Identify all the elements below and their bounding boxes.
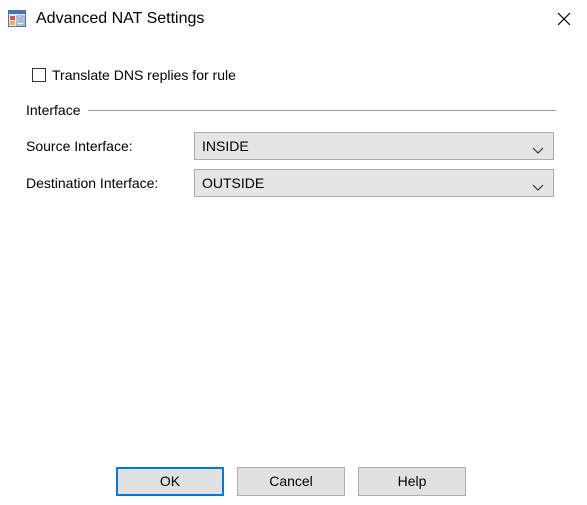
ok-button[interactable]: OK	[116, 467, 224, 496]
interface-group-title: Interface	[26, 102, 81, 118]
chevron-down-icon	[532, 179, 544, 191]
close-icon	[557, 12, 571, 26]
title-bar[interactable]: Advanced NAT Settings	[0, 0, 587, 38]
cancel-button[interactable]: Cancel	[237, 467, 345, 496]
destination-interface-select[interactable]: OUTSIDE	[194, 169, 554, 197]
interface-group-header: Interface	[26, 101, 556, 119]
help-button[interactable]: Help	[358, 467, 466, 496]
translate-dns-checkbox[interactable]	[32, 68, 46, 82]
advanced-nat-settings-dialog: Advanced NAT Settings Translate DNS repl…	[0, 0, 587, 505]
source-interface-value: INSIDE	[202, 138, 249, 154]
translate-dns-option[interactable]: Translate DNS replies for rule	[32, 66, 236, 84]
destination-interface-value: OUTSIDE	[202, 175, 265, 191]
source-interface-select[interactable]: INSIDE	[194, 132, 554, 160]
destination-interface-label: Destination Interface:	[26, 175, 159, 191]
translate-dns-label: Translate DNS replies for rule	[52, 67, 236, 83]
source-interface-label: Source Interface:	[26, 138, 133, 154]
dialog-title: Advanced NAT Settings	[36, 10, 205, 27]
nat-settings-app-icon	[8, 10, 26, 27]
chevron-down-icon	[532, 142, 544, 154]
group-divider	[88, 109, 556, 111]
close-button[interactable]	[541, 0, 587, 38]
